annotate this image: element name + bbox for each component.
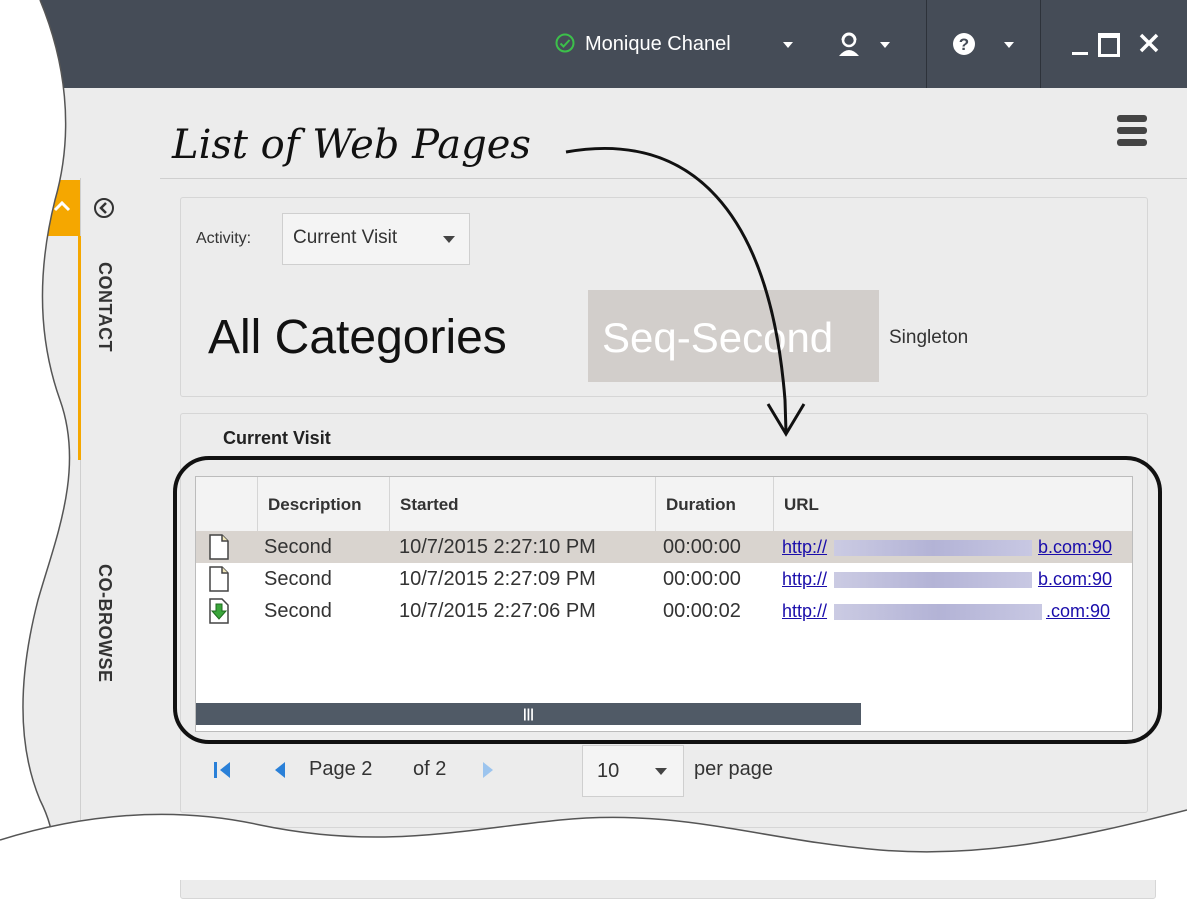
torn-edge-overlay	[0, 0, 1187, 880]
